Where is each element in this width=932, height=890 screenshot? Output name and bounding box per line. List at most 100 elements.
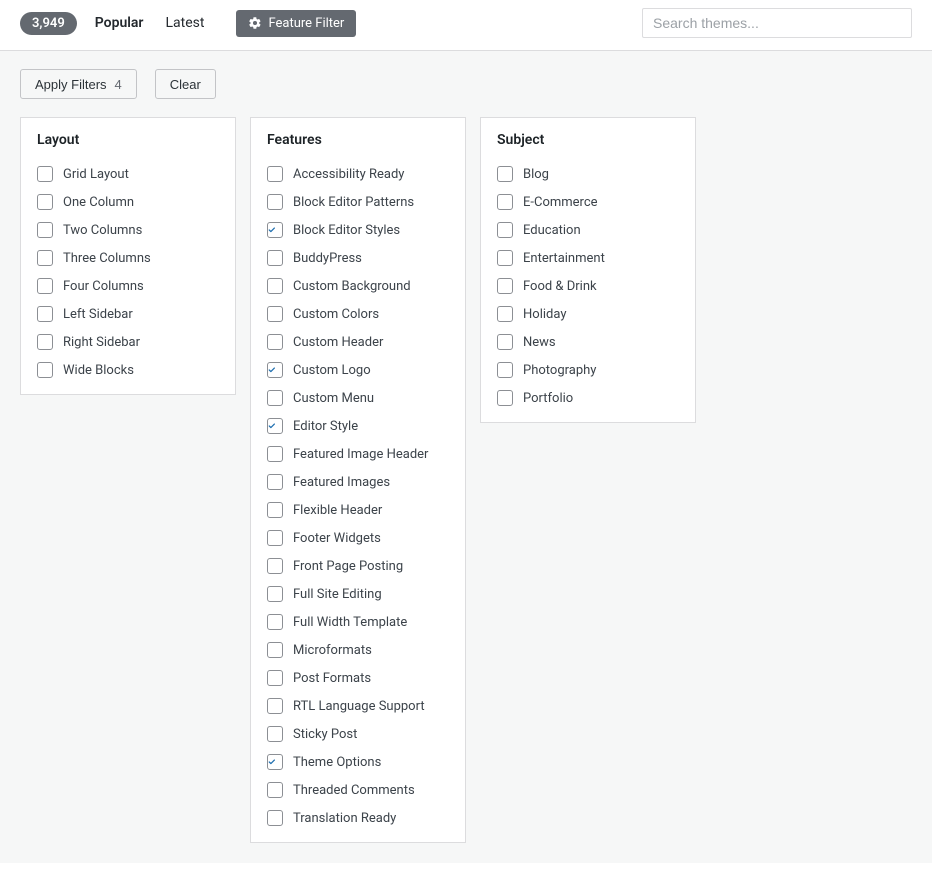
filter-option[interactable]: Two Columns [37,222,219,238]
filter-option[interactable]: Custom Logo [267,362,449,378]
checkbox[interactable] [37,194,53,210]
checkbox[interactable] [497,250,513,266]
checkbox[interactable] [267,502,283,518]
checkbox[interactable] [497,306,513,322]
filter-option[interactable]: Post Formats [267,670,449,686]
filter-option[interactable]: Editor Style [267,418,449,434]
checkbox[interactable] [497,222,513,238]
panel-title: Features [267,132,449,148]
checkbox[interactable] [267,698,283,714]
checkbox[interactable] [267,306,283,322]
checkbox[interactable] [267,334,283,350]
filter-option-label: Left Sidebar [63,307,133,322]
checkbox[interactable] [267,782,283,798]
checkbox[interactable] [37,362,53,378]
filter-option-label: One Column [63,195,134,210]
checkbox[interactable] [267,726,283,742]
filter-option[interactable]: Education [497,222,679,238]
filter-option[interactable]: Full Width Template [267,614,449,630]
checkbox[interactable] [267,390,283,406]
filter-option[interactable]: E-Commerce [497,194,679,210]
checkbox[interactable] [37,334,53,350]
checkbox[interactable] [267,222,283,238]
checkbox[interactable] [267,166,283,182]
filter-option-label: Two Columns [63,223,142,238]
filter-option[interactable]: Footer Widgets [267,530,449,546]
filter-option[interactable]: Front Page Posting [267,558,449,574]
filter-option[interactable]: Blog [497,166,679,182]
checkbox[interactable] [497,362,513,378]
filter-option[interactable]: Sticky Post [267,726,449,742]
filter-option[interactable]: Accessibility Ready [267,166,449,182]
checkbox[interactable] [267,278,283,294]
search-input[interactable] [642,8,912,38]
checkbox[interactable] [37,250,53,266]
filter-option[interactable]: Block Editor Patterns [267,194,449,210]
checkbox[interactable] [267,642,283,658]
filter-option-label: Theme Options [293,755,381,770]
checkbox[interactable] [497,278,513,294]
filter-option[interactable]: BuddyPress [267,250,449,266]
checkbox[interactable] [497,390,513,406]
filter-option[interactable]: Custom Menu [267,390,449,406]
filter-option[interactable]: Right Sidebar [37,334,219,350]
panel-items: Accessibility Ready Block Editor Patterns… [267,166,449,826]
filter-option[interactable]: Featured Image Header [267,446,449,462]
checkbox[interactable] [267,530,283,546]
checkbox[interactable] [267,362,283,378]
filter-option-label: Three Columns [63,251,151,266]
filter-option[interactable]: Food & Drink [497,278,679,294]
checkbox[interactable] [37,166,53,182]
filter-option-label: Full Width Template [293,615,407,630]
filter-option[interactable]: Custom Colors [267,306,449,322]
filter-option[interactable]: Four Columns [37,278,219,294]
tab-popular[interactable]: Popular [95,15,144,31]
filter-option[interactable]: News [497,334,679,350]
filter-option[interactable]: Custom Background [267,278,449,294]
checkbox[interactable] [267,754,283,770]
filter-option[interactable]: Featured Images [267,474,449,490]
filter-option[interactable]: Holiday [497,306,679,322]
filter-option-label: Block Editor Styles [293,223,400,238]
checkbox[interactable] [267,446,283,462]
tab-latest[interactable]: Latest [165,15,204,31]
clear-button[interactable]: Clear [155,69,216,99]
filter-option[interactable]: Full Site Editing [267,586,449,602]
filter-option[interactable]: Left Sidebar [37,306,219,322]
checkbox[interactable] [497,194,513,210]
filter-option[interactable]: Threaded Comments [267,782,449,798]
filter-option[interactable]: Block Editor Styles [267,222,449,238]
filter-option[interactable]: Microformats [267,642,449,658]
checkbox[interactable] [497,166,513,182]
checkbox[interactable] [267,474,283,490]
checkbox[interactable] [267,418,283,434]
filter-option-label: RTL Language Support [293,699,425,714]
filter-option[interactable]: Three Columns [37,250,219,266]
checkbox[interactable] [267,614,283,630]
feature-filter-button[interactable]: Feature Filter [236,10,356,37]
apply-filters-button[interactable]: Apply Filters 4 [20,69,137,99]
filter-option[interactable]: Theme Options [267,754,449,770]
checkbox[interactable] [267,670,283,686]
checkbox[interactable] [37,222,53,238]
filter-option[interactable]: Flexible Header [267,502,449,518]
filter-option[interactable]: RTL Language Support [267,698,449,714]
checkbox[interactable] [497,334,513,350]
checkbox[interactable] [267,250,283,266]
filter-option[interactable]: Translation Ready [267,810,449,826]
filter-option[interactable]: Entertainment [497,250,679,266]
filter-option[interactable]: One Column [37,194,219,210]
checkbox[interactable] [37,278,53,294]
checkbox[interactable] [267,558,283,574]
filter-option[interactable]: Custom Header [267,334,449,350]
checkbox[interactable] [267,810,283,826]
filter-option[interactable]: Wide Blocks [37,362,219,378]
checkbox[interactable] [267,194,283,210]
checkbox[interactable] [37,306,53,322]
filter-option[interactable]: Grid Layout [37,166,219,182]
filter-option[interactable]: Portfolio [497,390,679,406]
filter-option[interactable]: Photography [497,362,679,378]
toolbar: 3,949 Popular Latest Feature Filter [0,0,932,51]
toolbar-left: 3,949 Popular Latest Feature Filter [20,10,356,37]
checkbox[interactable] [267,586,283,602]
